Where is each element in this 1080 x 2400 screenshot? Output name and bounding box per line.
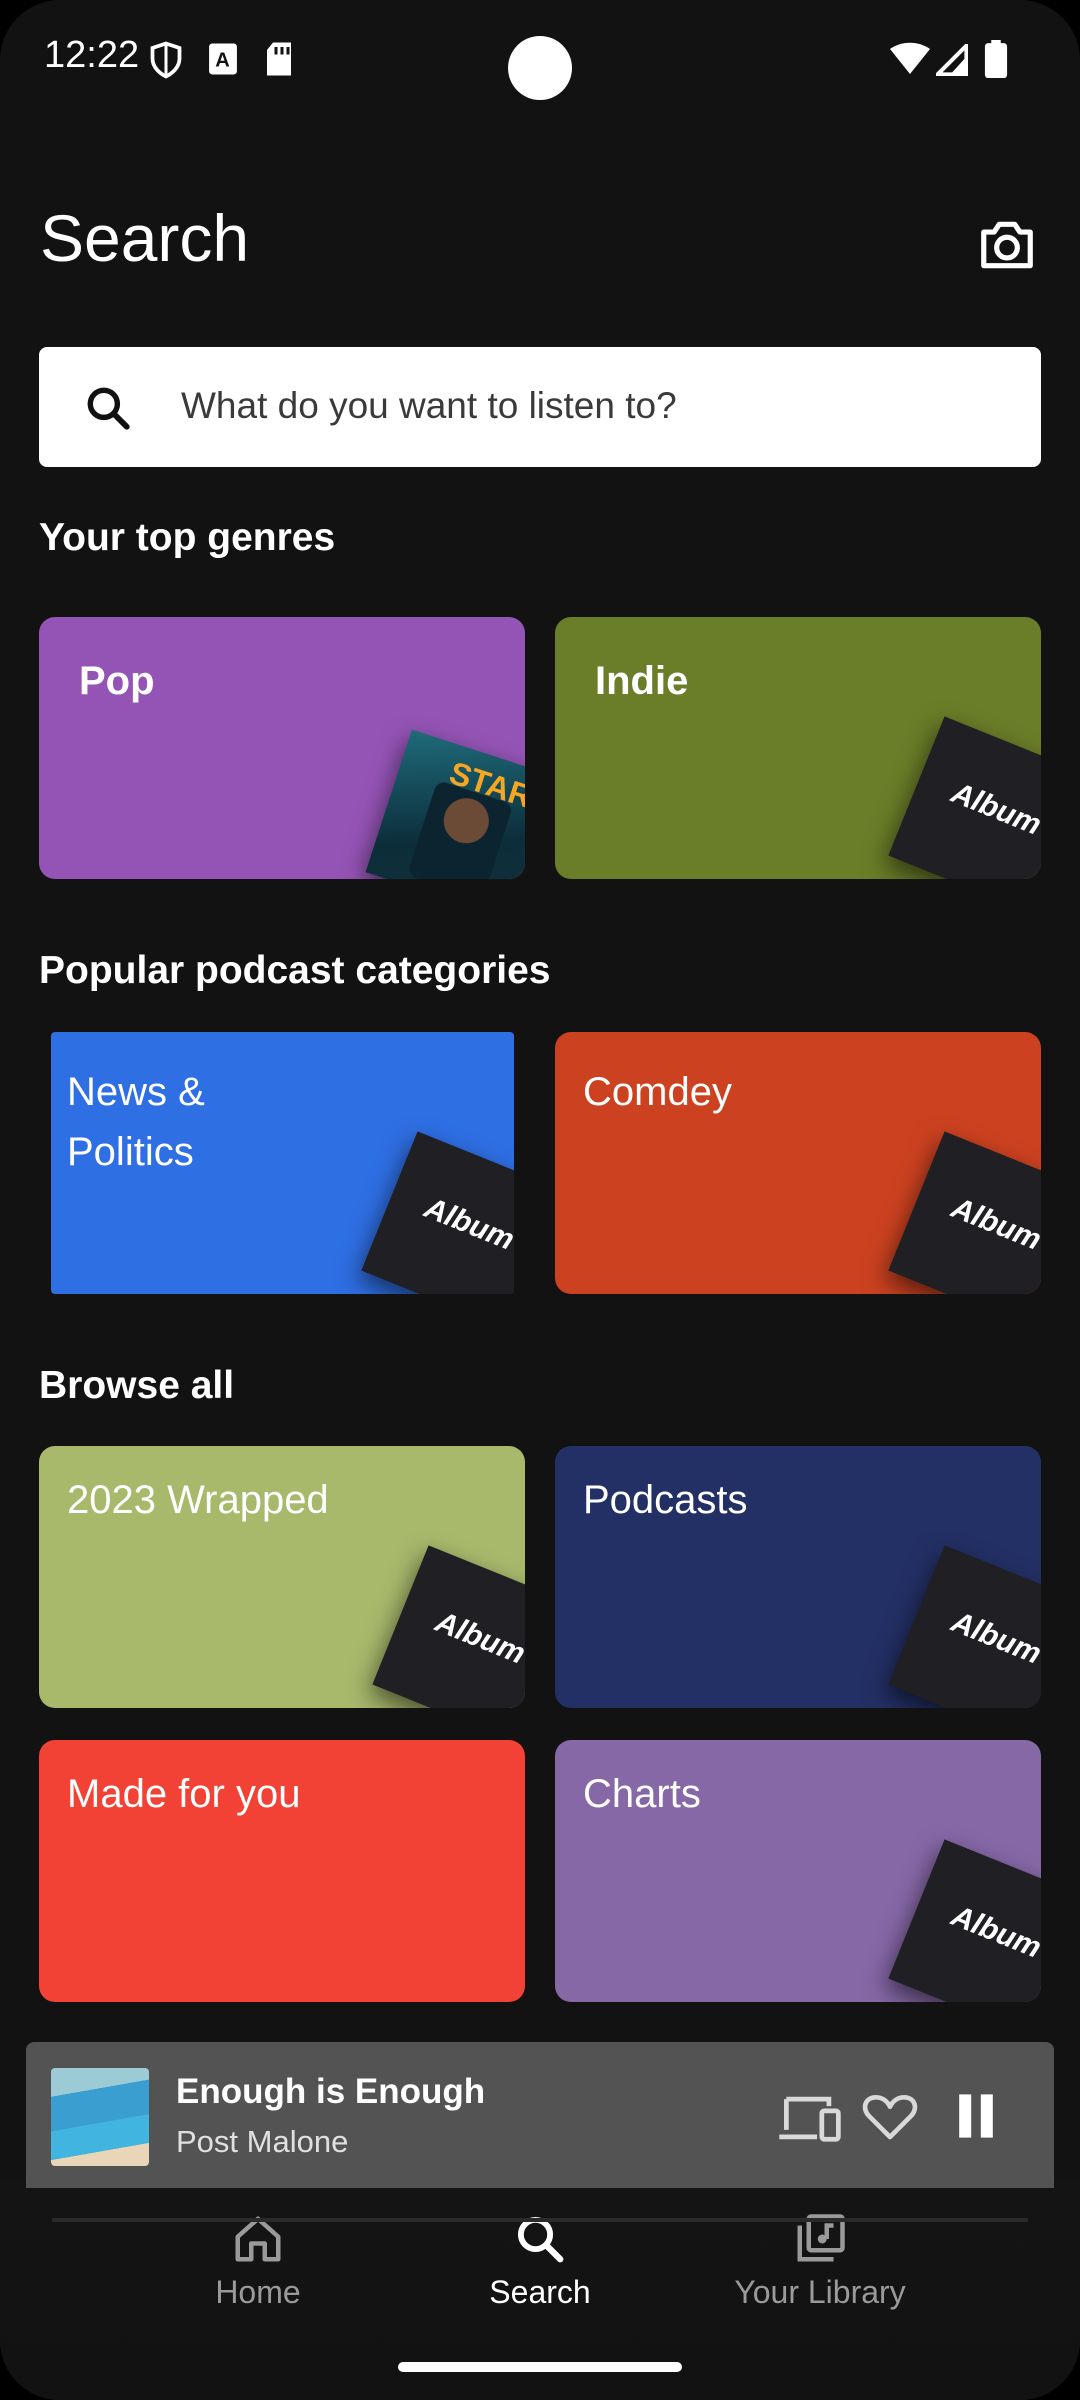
album-art: Album <box>888 1839 1041 2002</box>
browse-label: Made for you <box>67 1772 301 1816</box>
phone-screen: 12:22 A Search What do you want to liste… <box>0 0 1080 2400</box>
browse-label: Charts <box>583 1772 701 1816</box>
front-camera <box>508 36 572 100</box>
album-art: STARBOY <box>365 729 525 879</box>
nav-library-label: Your Library <box>734 2274 906 2310</box>
playback-progress <box>52 2218 1028 2222</box>
browse-tile-made-for-you[interactable]: Made for you <box>39 1740 525 2002</box>
nav-library[interactable]: Your Library <box>700 2212 940 2311</box>
search-input[interactable]: What do you want to listen to? <box>39 347 1041 467</box>
svg-text:A: A <box>215 50 230 72</box>
heart-icon[interactable] <box>862 2090 918 2142</box>
genre-tile-indie[interactable]: Indie Album <box>555 617 1041 879</box>
camera-icon[interactable] <box>976 214 1038 276</box>
sd-card-icon <box>267 42 291 76</box>
genre-label: Pop <box>79 659 155 703</box>
album-art: Album <box>372 1545 525 1708</box>
browse-label: 2023 Wrapped <box>67 1478 329 1522</box>
nav-home-label: Home <box>215 2274 301 2310</box>
battery-icon <box>984 40 1008 78</box>
status-time: 12:22 <box>44 34 140 76</box>
section-title-browse-all: Browse all <box>39 1364 235 1407</box>
gesture-home-bar[interactable] <box>398 2362 682 2372</box>
now-playing-title: Enough is Enough <box>176 2072 486 2111</box>
section-title-podcasts: Popular podcast categories <box>39 949 551 992</box>
wifi-icon <box>890 42 930 74</box>
font-icon: A <box>209 43 237 75</box>
genre-label: Indie <box>595 659 689 703</box>
page-title: Search <box>40 201 250 275</box>
shield-icon <box>150 41 182 79</box>
podcast-label: Comdey <box>583 1070 732 1114</box>
browse-tile-podcasts[interactable]: Podcasts Album <box>555 1446 1041 1708</box>
nav-search[interactable]: Search <box>420 2212 660 2311</box>
nav-search-label: Search <box>489 2274 591 2310</box>
browse-tile-wrapped[interactable]: 2023 Wrapped Album <box>39 1446 525 1708</box>
status-bar: 12:22 A <box>0 0 1080 120</box>
browse-tile-charts[interactable]: Charts Album <box>555 1740 1041 2002</box>
signal-icon <box>936 44 968 76</box>
mini-player[interactable]: Enough is Enough Post Malone <box>26 2042 1054 2188</box>
browse-label: Podcasts <box>583 1478 748 1522</box>
podcast-tile-news-politics[interactable]: News & Politics Album <box>51 1032 514 1294</box>
podcast-label: News & Politics <box>67 1070 205 1174</box>
search-icon <box>87 387 130 430</box>
now-playing-artist: Post Malone <box>176 2124 349 2159</box>
pause-icon[interactable] <box>954 2092 998 2140</box>
section-title-top-genres: Your top genres <box>39 516 336 559</box>
album-art: Album <box>361 1131 514 1294</box>
search-placeholder: What do you want to listen to? <box>181 385 677 426</box>
now-playing-artwork <box>51 2068 149 2166</box>
genre-tile-pop[interactable]: Pop STARBOY <box>39 617 525 879</box>
album-art: Album <box>888 1131 1041 1294</box>
album-art: Album <box>888 716 1041 879</box>
devices-icon[interactable] <box>776 2092 844 2144</box>
podcast-tile-comedy[interactable]: Comdey Album <box>555 1032 1041 1294</box>
album-art: Album <box>888 1545 1041 1708</box>
nav-home[interactable]: Home <box>138 2212 378 2311</box>
